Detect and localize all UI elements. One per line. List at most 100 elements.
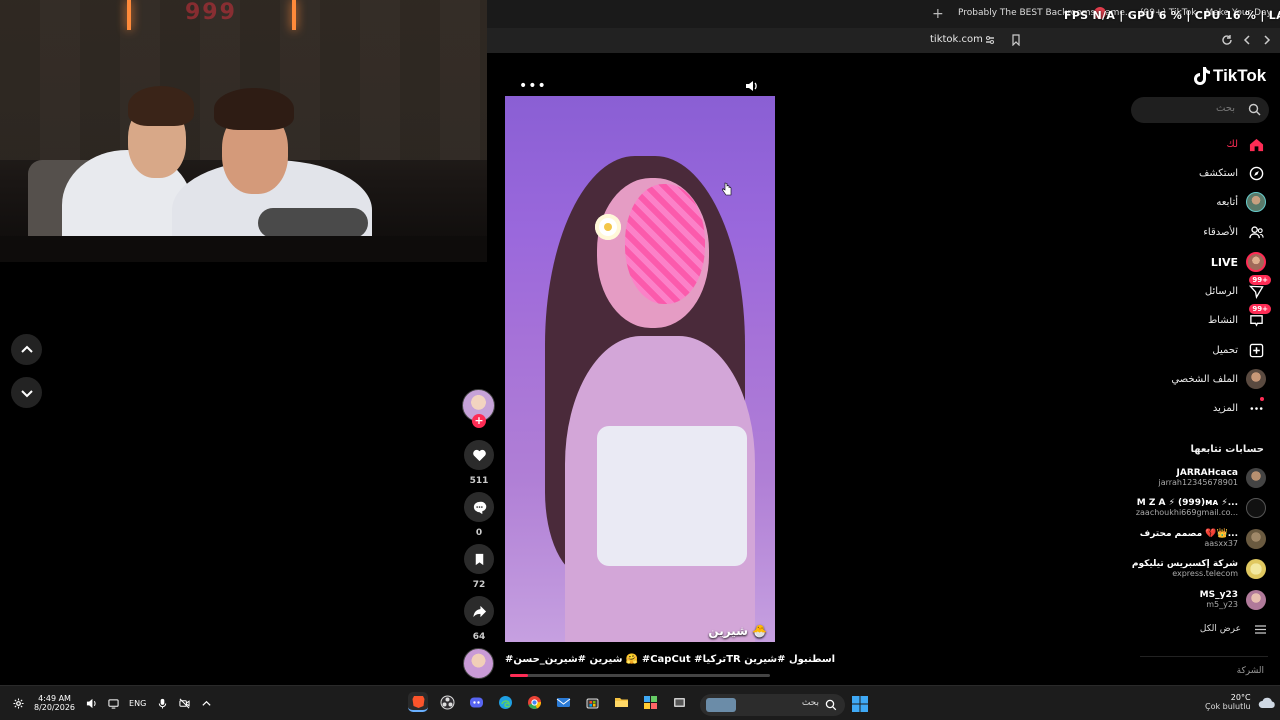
search-highlight-image	[706, 698, 736, 712]
sidebar-item-friends[interactable]: الأصدقاء	[1203, 221, 1266, 243]
sidebar-item-upload[interactable]: تحميل	[1212, 339, 1266, 361]
bookmark-icon	[475, 553, 483, 565]
clock-date: 8/20/2026	[34, 703, 76, 713]
sidebar-item-explore[interactable]: استكشف	[1199, 162, 1266, 184]
address-bar[interactable]	[487, 28, 1280, 53]
avatar	[1246, 529, 1266, 549]
previous-video-button[interactable]	[11, 334, 42, 365]
see-all-label: عرض الكل	[1199, 624, 1241, 634]
store-icon[interactable]	[582, 692, 602, 712]
taskbar-apps	[408, 692, 689, 712]
share-count: 64	[472, 632, 486, 642]
reload-icon[interactable]	[1220, 33, 1234, 47]
live-avatar	[1246, 252, 1266, 272]
sidebar-item-profile[interactable]: الملف الشخصي	[1171, 368, 1266, 390]
camera-off-icon[interactable]	[178, 697, 190, 709]
hand-cursor-icon	[722, 182, 732, 196]
save-button[interactable]	[464, 544, 494, 574]
search-input[interactable]: بحث	[1131, 97, 1269, 123]
like-count: 511	[469, 476, 489, 486]
see-all-button[interactable]: عرض الكل	[1200, 624, 1266, 634]
follow-button[interactable]: +	[472, 414, 486, 428]
language-indicator[interactable]: ENG	[129, 699, 146, 708]
site-settings-icon[interactable]	[983, 33, 997, 47]
system-tray: 4:49 AM 8/20/2026 ENG	[12, 694, 212, 712]
sidebar-item-for-you[interactable]: لك	[1227, 133, 1266, 155]
video-progress-fill	[510, 674, 529, 677]
upload-icon	[1246, 340, 1266, 360]
search-icon[interactable]	[1248, 103, 1261, 116]
avatar	[1246, 590, 1266, 610]
sidebar-item-following[interactable]: أتابعه	[1216, 191, 1266, 213]
more-options-icon[interactable]: •••	[519, 78, 547, 94]
following-account[interactable]: مصمم محترف 💔👑... aasxx37	[1140, 526, 1266, 552]
chevron-up-icon[interactable]	[200, 697, 212, 709]
widgets-icon[interactable]	[640, 692, 660, 712]
file-explorer-icon[interactable]	[611, 692, 631, 712]
following-avatar	[1246, 192, 1266, 212]
sidebar-item-live[interactable]: LIVE	[1211, 251, 1266, 273]
sidebar-item-messages[interactable]: الرسائل 99+	[1205, 275, 1271, 302]
sidebar-item-label: LIVE	[1210, 255, 1238, 269]
chrome-icon[interactable]	[524, 692, 544, 712]
messages-badge: 99+	[1249, 275, 1271, 285]
new-tab-button[interactable]: +	[932, 6, 944, 22]
following-account[interactable]: JARRAHcaca jarrah12345678901	[1158, 465, 1266, 491]
back-icon[interactable]	[1240, 33, 1254, 47]
obs-icon[interactable]	[437, 692, 457, 712]
discord-icon[interactable]	[466, 692, 486, 712]
taskbar-search[interactable]: بحث	[700, 694, 845, 716]
webcam-overlay: 999	[0, 0, 487, 262]
video-caption[interactable]: #شيرين #شيرين_حسن 🤗 #CapCut #تركياTR اسط…	[505, 654, 835, 665]
neon-light	[127, 0, 131, 30]
chevron-up-icon	[20, 345, 33, 353]
sidebar-item-activity[interactable]: النشاط 99+	[1207, 304, 1271, 331]
settings-icon[interactable]	[12, 697, 24, 709]
footer-company-link[interactable]: الشركة	[1237, 666, 1264, 676]
sidebar-item-label: النشاط	[1207, 314, 1238, 326]
search-placeholder: بحث	[1215, 103, 1235, 114]
video-overlay-text: شيرين 🐣	[708, 624, 767, 638]
task-view-icon[interactable]	[669, 692, 689, 712]
speaker-icon[interactable]	[85, 697, 97, 709]
video-progress-bar[interactable]	[510, 674, 770, 677]
like-button[interactable]	[464, 440, 494, 470]
microphone-icon[interactable]	[156, 697, 168, 709]
hair-left	[128, 86, 194, 126]
brave-browser-icon[interactable]	[408, 692, 428, 712]
comment-icon	[473, 501, 486, 514]
following-account[interactable]: MS_y23 m5_y23	[1200, 587, 1266, 613]
weather-widget[interactable]: 20°C Çok bulutlu	[1205, 693, 1277, 712]
video-figure-top	[597, 426, 747, 566]
messages-icon: 99+	[1246, 275, 1271, 301]
next-video-button[interactable]	[11, 377, 42, 408]
following-section-title: حسابات تتابعها	[1190, 444, 1264, 455]
sound-avatar[interactable]	[463, 648, 494, 679]
bookmark-icon[interactable]	[1009, 33, 1023, 47]
volume-icon[interactable]	[745, 80, 759, 92]
tiktok-logo[interactable]: TikTok	[1192, 66, 1266, 86]
avatar	[1246, 468, 1266, 488]
comment-button[interactable]	[464, 492, 494, 522]
compass-icon	[1246, 163, 1266, 183]
edge-icon[interactable]	[495, 692, 515, 712]
mail-icon[interactable]	[553, 692, 573, 712]
share-button[interactable]	[464, 596, 494, 626]
more-dot-badge	[1260, 397, 1264, 401]
clock[interactable]: 4:49 AM 8/20/2026	[34, 694, 75, 712]
windows-start-icon[interactable]	[851, 695, 869, 713]
sidebar-item-label: أتابعه	[1216, 196, 1238, 208]
following-account[interactable]: شركة إكسبريس تيليكوم express.telecom	[1132, 556, 1266, 582]
sidebar-item-more[interactable]: المزيد	[1213, 397, 1266, 419]
tiktok-logo-icon	[1194, 67, 1210, 85]
forward-icon[interactable]	[1260, 33, 1274, 47]
network-icon[interactable]	[107, 697, 119, 709]
tiktok-brand-text: TikTok	[1213, 66, 1267, 85]
account-handle: zaachoukhi669gmail.co...	[1135, 507, 1238, 517]
url-text[interactable]: tiktok.com	[930, 34, 983, 45]
more-icon	[1246, 397, 1266, 418]
video-player[interactable]: شيرين 🐣	[505, 96, 775, 642]
following-account[interactable]: M Z A ⚡ (999)ᴍᴀ ⚡... zaachoukhi669gmail.…	[1136, 495, 1266, 521]
weather-description: Çok bulutlu	[1205, 701, 1251, 711]
sidebar-item-label: لك	[1226, 138, 1238, 150]
